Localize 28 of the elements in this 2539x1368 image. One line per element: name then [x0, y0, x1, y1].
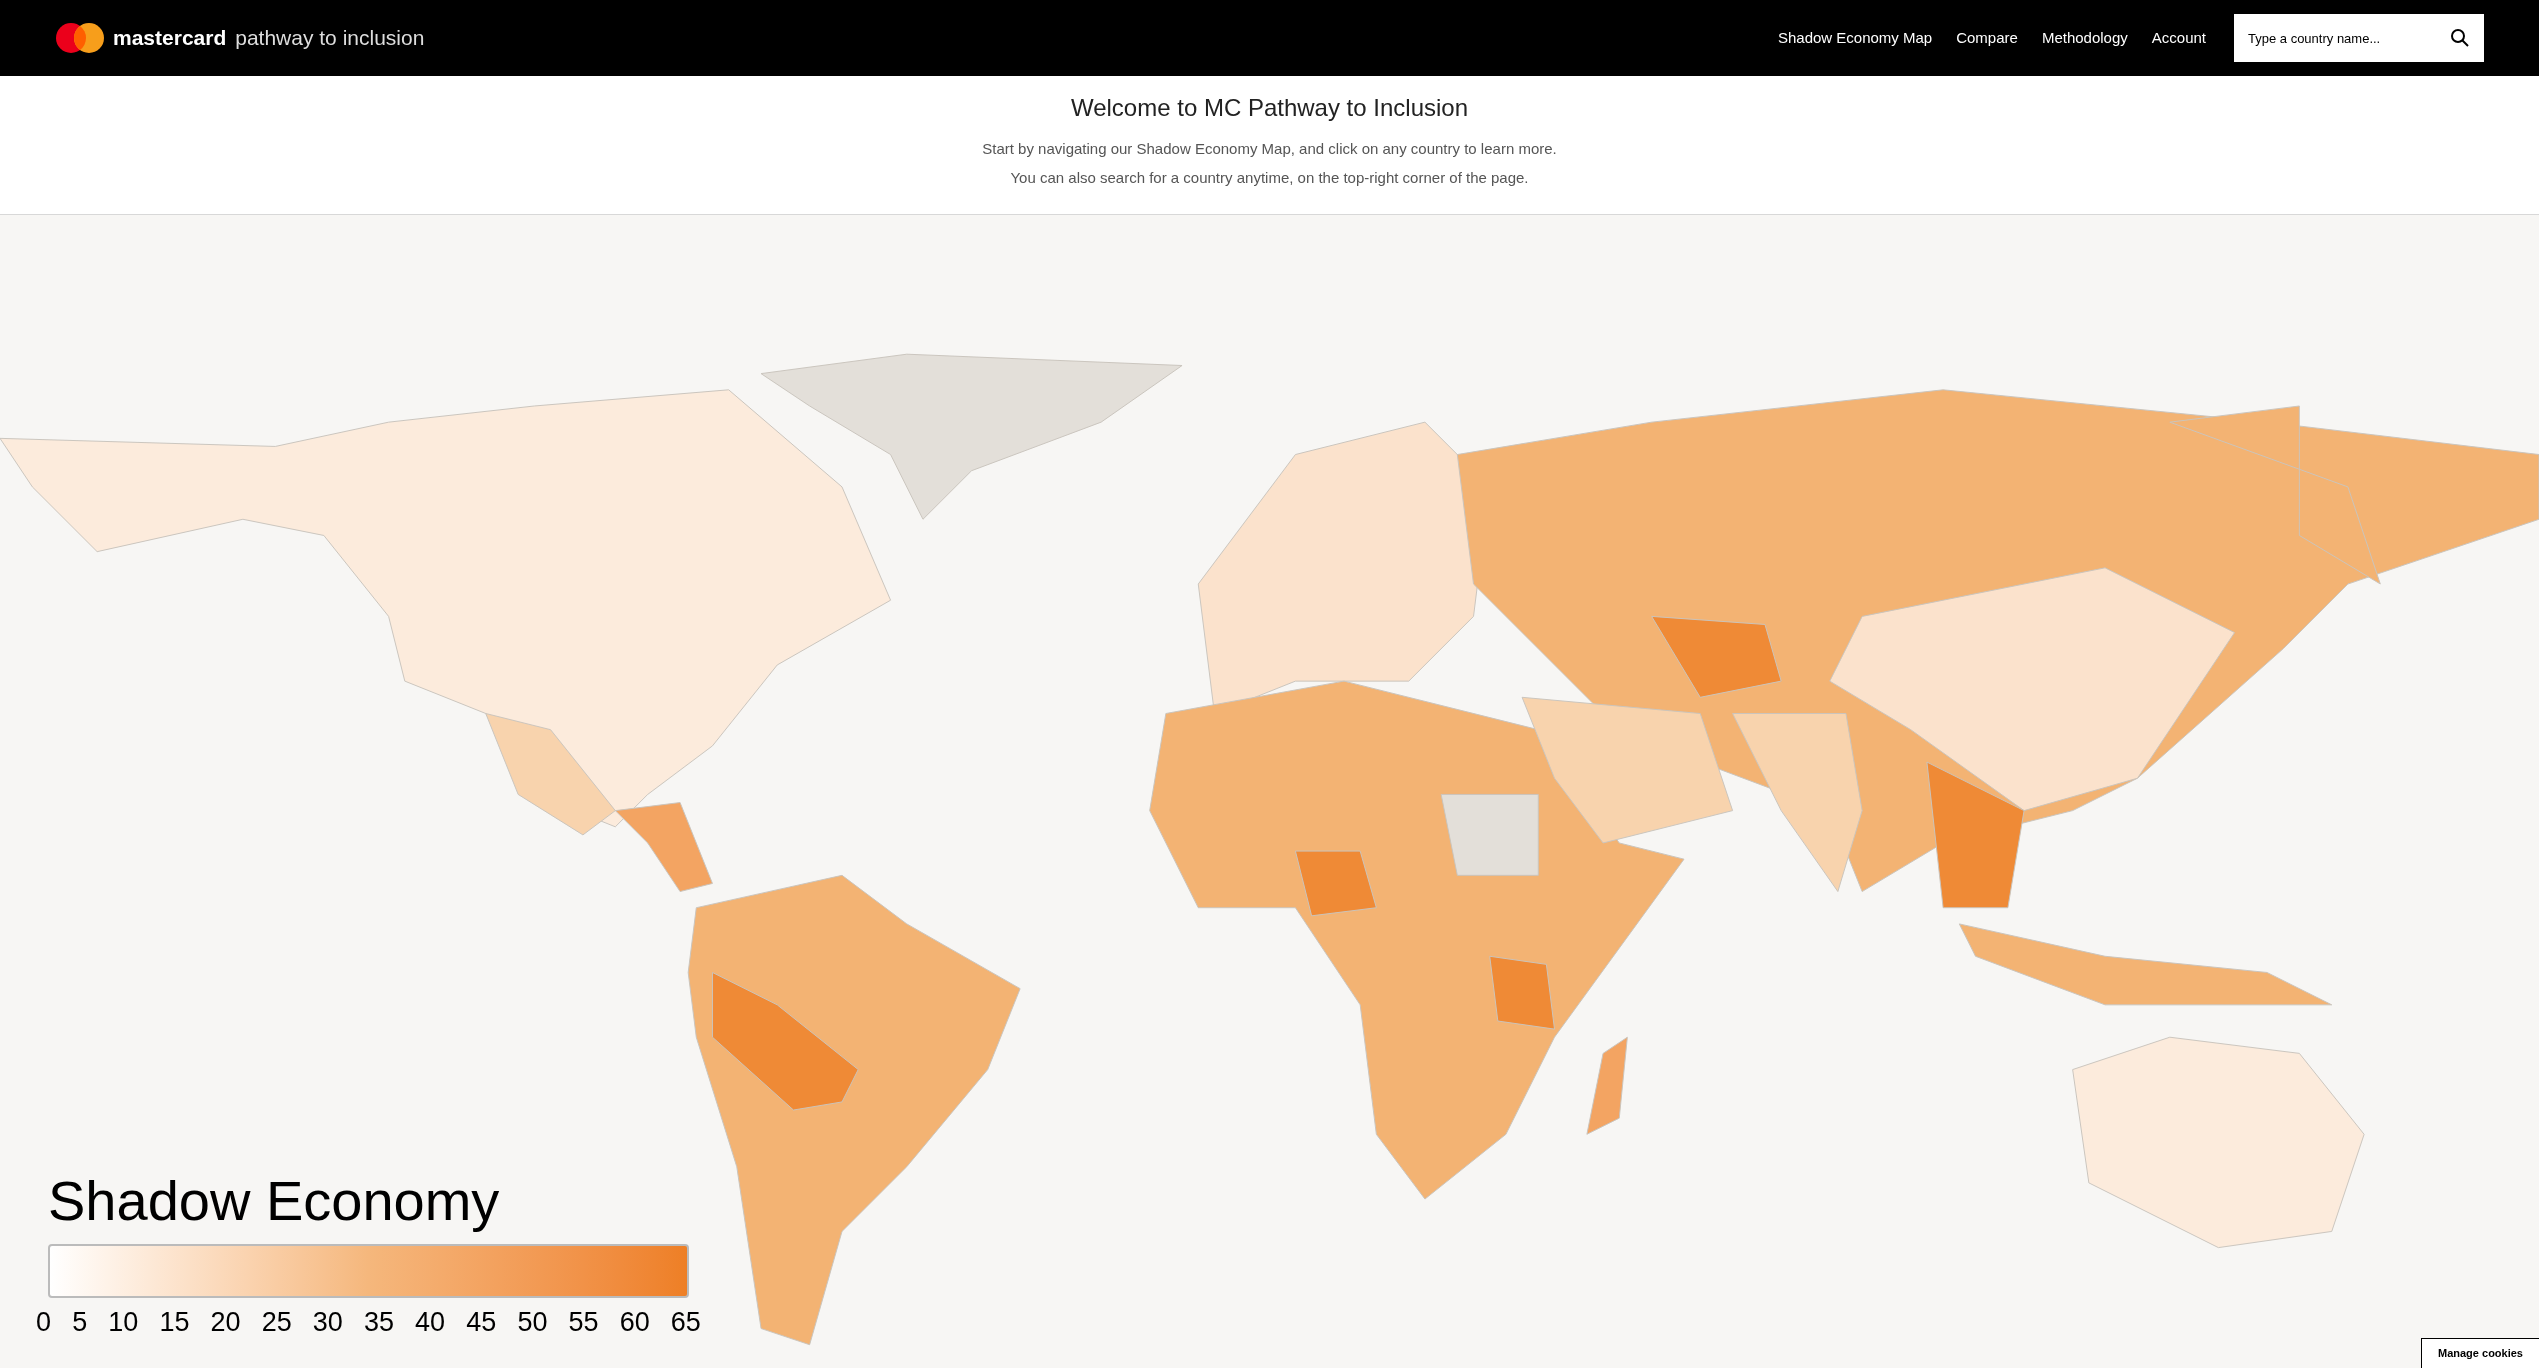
scale-tick-label: 45 — [466, 1305, 497, 1339]
intro-text: You can also search for a country anytime, on the top-right corner of the page. — [1010, 168, 1529, 188]
nav-link[interactable]: Compare — [1956, 26, 2018, 50]
scale-tick-label: 10 — [108, 1305, 139, 1339]
scale-tick-label: 5 — [72, 1305, 88, 1339]
manage-cookies-button[interactable]: Manage cookies — [2421, 1338, 2539, 1368]
scale-tick-label: 25 — [261, 1305, 292, 1339]
country-search-field[interactable]: Type a country name... — [2234, 14, 2484, 62]
scale-tick-label: 60 — [619, 1305, 650, 1339]
scale-tick-label: 20 — [210, 1305, 241, 1339]
scale-tick-label: 50 — [517, 1305, 548, 1339]
scale-tick-label: 65 — [670, 1305, 701, 1339]
search-icon[interactable] — [2450, 28, 2470, 48]
welcome-title: Welcome to MC Pathway to Inclusion — [1070, 93, 1469, 123]
intro-text: Start by navigating our Shadow Economy Map, and click on any country to learn more. — [982, 139, 1557, 159]
scale-tick-label: 55 — [568, 1305, 599, 1339]
scale-tick-label: 30 — [312, 1305, 343, 1339]
scale-tick-label: 0 — [36, 1305, 52, 1339]
legend-title: Shadow Economy — [48, 1167, 501, 1234]
nav-link[interactable]: Account — [2151, 26, 2206, 50]
scale-tick-label: 40 — [415, 1305, 446, 1339]
scale-tick-label: 35 — [363, 1305, 394, 1339]
product-name: pathway to inclusion — [235, 25, 425, 52]
brand-name: mastercard — [113, 25, 227, 52]
scale-tick-label: 15 — [159, 1305, 190, 1339]
nav-link[interactable]: Shadow Economy Map — [1777, 26, 1933, 50]
nav-link[interactable]: Methodology — [2041, 26, 2128, 50]
overlapping-circles-logo-icon — [55, 22, 105, 54]
